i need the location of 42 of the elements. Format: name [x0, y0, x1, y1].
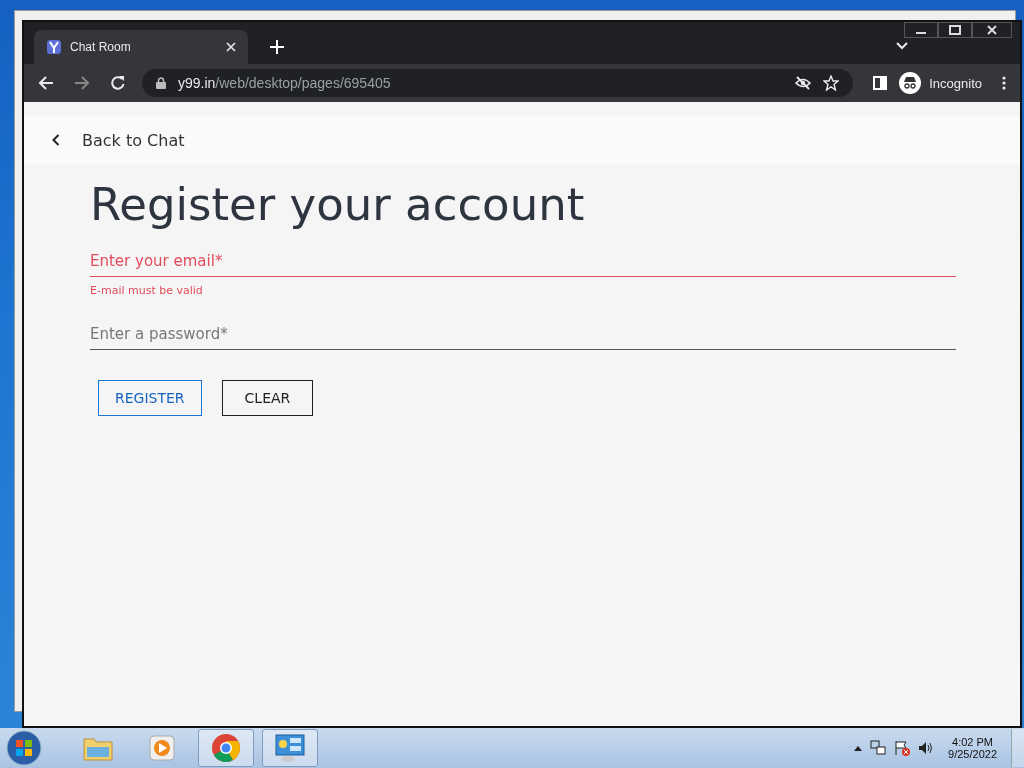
reload-icon[interactable]	[110, 75, 126, 91]
chevron-down-icon[interactable]	[896, 42, 908, 50]
chrome-icon	[211, 733, 241, 763]
minimize-icon[interactable]	[904, 22, 938, 38]
tab-title: Chat Room	[70, 40, 132, 54]
forward-arrow-icon[interactable]	[74, 75, 90, 91]
incognito-chip[interactable]: Incognito	[899, 72, 982, 94]
page-heading: Register your account	[90, 178, 586, 232]
star-icon[interactable]	[823, 75, 840, 91]
network-icon[interactable]	[870, 740, 887, 756]
incognito-icon	[899, 72, 922, 94]
taskbar-item[interactable]	[262, 729, 318, 767]
clock-time: 4:02 PM	[952, 736, 993, 748]
speaker-icon[interactable]	[918, 740, 935, 756]
eye-slash-icon[interactable]	[795, 76, 812, 90]
input-field[interactable]: Enter your email*	[90, 244, 956, 277]
maximize-icon[interactable]	[938, 22, 972, 38]
chevron-left-icon	[52, 134, 60, 146]
caret-up-icon[interactable]	[854, 745, 863, 751]
clock-date: 9/25/2022	[948, 748, 997, 760]
taskbar-item[interactable]	[198, 729, 254, 767]
url-text: y99.in/web/desktop/pages/695405	[178, 75, 391, 91]
back-link[interactable]: Back to Chat	[52, 130, 185, 150]
browser-tab[interactable]: Chat Room	[34, 30, 248, 64]
address-bar[interactable]: y99.in/web/desktop/pages/695405	[142, 69, 854, 97]
register-button[interactable]: REGISTER	[98, 380, 202, 416]
input-field[interactable]: Enter a password*	[90, 317, 956, 350]
taskbar-clock[interactable]: 4:02 PM 9/25/2022	[948, 736, 997, 760]
side-panel-icon[interactable]	[873, 76, 888, 90]
play-icon	[149, 735, 175, 761]
flag-icon[interactable]	[894, 740, 911, 756]
close-icon[interactable]	[972, 22, 1012, 38]
plus-icon[interactable]	[270, 40, 284, 54]
control-panel-icon	[274, 733, 306, 763]
clear-button[interactable]: CLEAR	[221, 380, 314, 416]
folder-icon	[83, 735, 113, 761]
back-arrow-icon[interactable]	[38, 75, 54, 91]
logo-icon	[46, 39, 62, 55]
error-message: E-mail must be valid	[90, 284, 204, 297]
start-button[interactable]	[6, 730, 42, 766]
more-menu-icon[interactable]	[1002, 76, 1006, 90]
lock-icon	[156, 77, 166, 89]
